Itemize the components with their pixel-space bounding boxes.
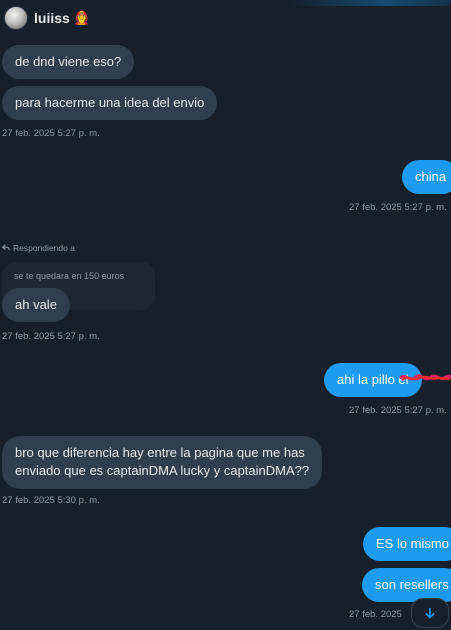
message-text: china — [415, 169, 447, 184]
message-text: ah vale — [15, 297, 57, 312]
message-incoming[interactable]: bro que diferencia hay entre la pagina q… — [2, 436, 323, 489]
message-incoming[interactable]: de dnd viene eso? — [2, 45, 135, 79]
reply-hint: Respondiendo a — [2, 243, 75, 253]
message-text: ES lo mismo — [376, 536, 449, 551]
message-timestamp: 27 feb. 2025 5:27 p. m. — [2, 331, 100, 342]
reply-hint-label: Respondiendo a — [13, 243, 75, 253]
message-text: de dnd viene eso? — [15, 54, 122, 69]
message-timestamp: 27 feb. 2025 5:27 p. m. — [349, 405, 447, 416]
message-incoming[interactable]: ah vale — [2, 288, 70, 322]
message-text: son resellers — [375, 577, 449, 592]
header-glow — [290, 0, 451, 6]
message-timestamp: 27 feb. 2025 — [349, 609, 402, 620]
message-outgoing[interactable]: son resellers — [362, 568, 451, 602]
message-text-line: enviado que es captainDMA lucky y captai… — [15, 463, 310, 478]
username[interactable]: luiiss — [34, 10, 70, 26]
message-timestamp: 27 feb. 2025 5:30 p. m. — [2, 495, 100, 506]
message-outgoing[interactable]: ES lo mismo — [363, 527, 451, 561]
message-text: para hacerme una idea del envio — [15, 95, 205, 110]
conversation-header: luiiss 🧑‍🚒 — [0, 0, 451, 36]
quoted-text: se te quedara en 150 euros — [14, 271, 125, 281]
message-outgoing[interactable]: china — [402, 160, 451, 194]
reply-arrow-icon — [2, 244, 10, 251]
message-incoming[interactable]: para hacerme una idea del envio — [2, 86, 218, 120]
redaction-scribble — [399, 374, 451, 381]
message-timestamp: 27 feb. 2025 5:27 p. m. — [349, 202, 447, 213]
arrow-down-icon — [425, 608, 435, 619]
message-timestamp: 27 feb. 2025 5:27 p. m. — [2, 128, 100, 139]
username-emoji: 🧑‍🚒 — [73, 10, 90, 25]
message-text-line: bro que diferencia hay entre la pagina q… — [15, 445, 305, 460]
avatar[interactable] — [4, 6, 28, 30]
scroll-to-bottom-button[interactable] — [411, 598, 449, 628]
